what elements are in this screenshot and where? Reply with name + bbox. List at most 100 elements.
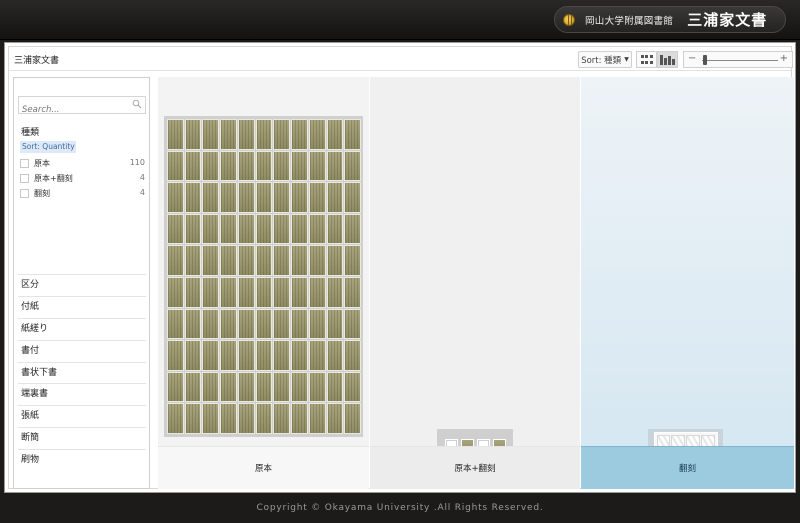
item-tile[interactable] bbox=[308, 119, 326, 150]
item-tile[interactable] bbox=[167, 213, 184, 245]
facet-item[interactable]: 原本+翻刻 4 bbox=[20, 173, 145, 185]
category-item[interactable]: 書付 bbox=[18, 339, 146, 362]
item-tile[interactable] bbox=[237, 340, 255, 371]
item-tile[interactable] bbox=[237, 371, 255, 403]
item-tile[interactable] bbox=[237, 245, 255, 276]
item-tile[interactable] bbox=[167, 150, 184, 182]
item-tile[interactable] bbox=[273, 403, 291, 434]
item-tile[interactable] bbox=[273, 340, 291, 371]
item-tile[interactable] bbox=[344, 340, 361, 371]
item-tile[interactable] bbox=[273, 150, 291, 182]
item-tile[interactable] bbox=[308, 371, 326, 403]
item-tile[interactable] bbox=[167, 277, 184, 308]
category-item[interactable]: 書状下書 bbox=[18, 361, 146, 384]
item-tile[interactable] bbox=[167, 119, 184, 150]
graph-view-button[interactable] bbox=[657, 51, 678, 68]
bucket-label[interactable]: 原本 bbox=[158, 446, 369, 489]
item-tile[interactable] bbox=[273, 213, 291, 245]
item-tile[interactable] bbox=[344, 277, 361, 308]
item-tile[interactable] bbox=[202, 403, 220, 434]
item-tile[interactable] bbox=[255, 150, 273, 182]
item-tile[interactable] bbox=[184, 119, 202, 150]
item-tile[interactable] bbox=[291, 308, 308, 340]
item-tile[interactable] bbox=[184, 403, 202, 434]
grid-view-button[interactable] bbox=[636, 51, 657, 68]
item-tile[interactable] bbox=[184, 182, 202, 213]
facet-sort-mode[interactable]: Sort: Quantity bbox=[20, 141, 76, 153]
item-tile[interactable] bbox=[184, 308, 202, 340]
item-tile[interactable] bbox=[308, 213, 326, 245]
bucket-label[interactable]: 翻刻 bbox=[581, 446, 794, 489]
category-item[interactable]: 刷物 bbox=[18, 449, 146, 471]
item-tile[interactable] bbox=[344, 182, 361, 213]
item-tile[interactable] bbox=[326, 340, 344, 371]
category-item[interactable]: 紙縒り bbox=[18, 317, 146, 340]
item-tile[interactable] bbox=[202, 340, 220, 371]
zoom-slider[interactable]: − + bbox=[683, 51, 793, 68]
item-tile[interactable] bbox=[167, 340, 184, 371]
checkbox[interactable] bbox=[20, 159, 29, 168]
item-tile[interactable] bbox=[326, 403, 344, 434]
item-tile[interactable] bbox=[220, 403, 237, 434]
item-tile[interactable] bbox=[291, 403, 308, 434]
category-item[interactable]: 端裏書 bbox=[18, 383, 146, 405]
item-tile[interactable] bbox=[308, 150, 326, 182]
item-tile[interactable] bbox=[167, 403, 184, 434]
item-tile[interactable] bbox=[291, 150, 308, 182]
item-tile[interactable] bbox=[291, 119, 308, 150]
item-tile[interactable] bbox=[273, 245, 291, 276]
zoom-thumb[interactable] bbox=[703, 55, 708, 65]
item-tile[interactable] bbox=[291, 182, 308, 213]
item-tile[interactable] bbox=[220, 277, 237, 308]
item-tile[interactable] bbox=[184, 245, 202, 276]
item-tile[interactable] bbox=[255, 308, 273, 340]
zoom-out-icon[interactable]: − bbox=[688, 53, 696, 64]
item-tile[interactable] bbox=[220, 371, 237, 403]
item-tile[interactable] bbox=[255, 213, 273, 245]
search-input[interactable] bbox=[19, 102, 124, 118]
item-tile[interactable] bbox=[255, 245, 273, 276]
item-tile[interactable] bbox=[167, 245, 184, 276]
item-tile[interactable] bbox=[220, 213, 237, 245]
item-tile[interactable] bbox=[326, 213, 344, 245]
item-tile[interactable] bbox=[220, 245, 237, 276]
item-tile[interactable] bbox=[202, 245, 220, 276]
item-tile[interactable] bbox=[326, 182, 344, 213]
item-tile[interactable] bbox=[273, 119, 291, 150]
item-tile[interactable] bbox=[326, 371, 344, 403]
zoom-track[interactable] bbox=[702, 60, 778, 61]
item-tile[interactable] bbox=[202, 371, 220, 403]
item-tile[interactable] bbox=[237, 182, 255, 213]
item-tile[interactable] bbox=[255, 119, 273, 150]
category-item[interactable]: 断簡 bbox=[18, 427, 146, 449]
item-tile[interactable] bbox=[237, 403, 255, 434]
item-tile[interactable] bbox=[344, 403, 361, 434]
search-icon[interactable] bbox=[132, 99, 142, 109]
item-tile[interactable] bbox=[237, 150, 255, 182]
category-item[interactable]: 張紙 bbox=[18, 405, 146, 427]
item-tile[interactable] bbox=[184, 277, 202, 308]
item-tile[interactable] bbox=[255, 403, 273, 434]
item-tile[interactable] bbox=[202, 150, 220, 182]
item-tile[interactable] bbox=[220, 340, 237, 371]
zoom-in-icon[interactable]: + bbox=[780, 53, 788, 64]
item-tile[interactable] bbox=[273, 308, 291, 340]
item-tile[interactable] bbox=[308, 308, 326, 340]
item-tile[interactable] bbox=[291, 371, 308, 403]
item-tile[interactable] bbox=[255, 182, 273, 213]
item-tile[interactable] bbox=[220, 308, 237, 340]
item-tile[interactable] bbox=[202, 119, 220, 150]
item-tile[interactable] bbox=[291, 213, 308, 245]
bucket-label[interactable]: 原本+翻刻 bbox=[370, 446, 580, 489]
brand-badge[interactable]: 岡山大学附属図書館 三浦家文書 bbox=[554, 6, 786, 33]
item-tile[interactable] bbox=[184, 213, 202, 245]
item-tile[interactable] bbox=[237, 308, 255, 340]
item-tile[interactable] bbox=[326, 308, 344, 340]
item-tile[interactable] bbox=[220, 119, 237, 150]
item-tile[interactable] bbox=[167, 371, 184, 403]
item-tile[interactable] bbox=[273, 371, 291, 403]
item-tile[interactable] bbox=[326, 150, 344, 182]
item-tile[interactable] bbox=[184, 371, 202, 403]
item-stack[interactable] bbox=[164, 116, 363, 437]
search-box[interactable] bbox=[18, 96, 146, 118]
